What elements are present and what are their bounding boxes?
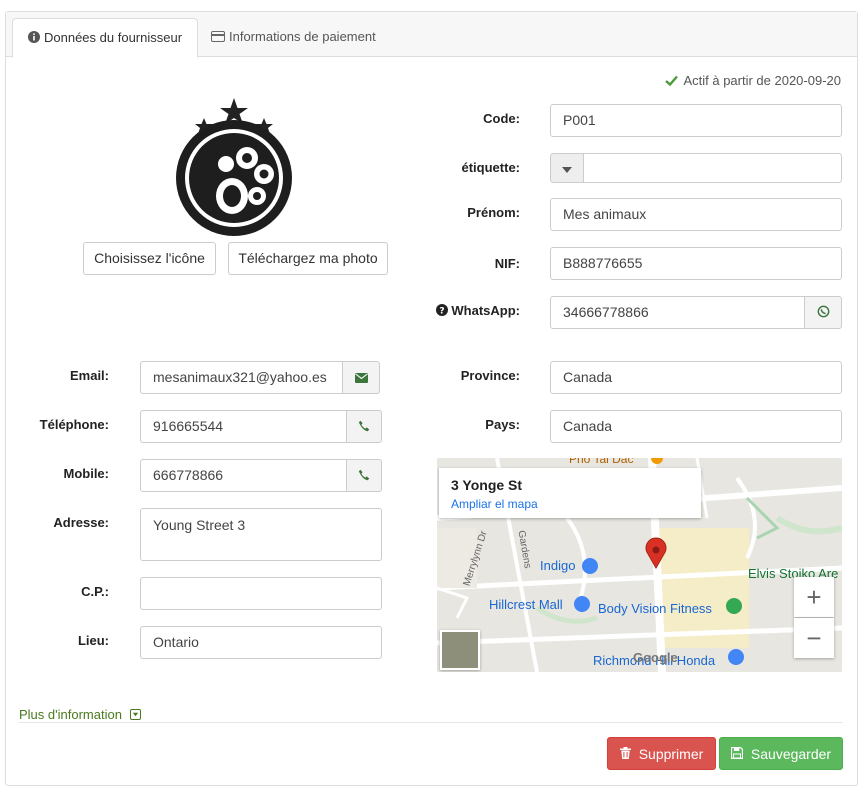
- footer-divider: [19, 722, 843, 723]
- svg-text:?: ?: [440, 306, 445, 316]
- email-input[interactable]: mesanimaux321@yahoo.es: [140, 361, 344, 394]
- address-textarea[interactable]: Young Street 3: [140, 508, 382, 561]
- tab-label: Informations de paiement: [229, 29, 376, 44]
- mobile-input[interactable]: 666778866: [140, 459, 348, 492]
- map-label-indigo: Indigo: [540, 558, 576, 573]
- paw-star-logo-icon: [170, 96, 298, 241]
- whatsapp-icon: [817, 305, 830, 321]
- phone-icon: [358, 419, 370, 435]
- nif-label: NIF:: [494, 256, 520, 271]
- status-active: Actif à partir de 2020-09-20: [665, 73, 841, 89]
- code-label: Code:: [483, 111, 520, 126]
- tab-payment-info[interactable]: Informations de paiement: [196, 18, 391, 58]
- code-input[interactable]: P001: [550, 104, 842, 137]
- zip-label: C.P.:: [81, 584, 109, 599]
- whatsapp-input[interactable]: 34666778866: [550, 296, 806, 329]
- province-label: Province:: [460, 368, 520, 383]
- tab-bar: Données du fournisseur Informations de p…: [6, 12, 857, 58]
- map-label-body-vision: Body Vision Fitness: [598, 601, 712, 616]
- upload-photo-button[interactable]: Téléchargez ma photo: [228, 242, 388, 275]
- firstname-label: Prénom:: [467, 205, 520, 220]
- delete-label: Supprimer: [638, 745, 704, 762]
- zoom-in-button[interactable]: +: [794, 577, 834, 617]
- email-button[interactable]: [342, 361, 380, 394]
- zip-input[interactable]: [140, 577, 382, 610]
- more-info-toggle[interactable]: Plus d'information: [19, 707, 141, 723]
- tab-label: Données du fournisseur: [44, 30, 183, 45]
- status-text: Actif à partir de 2020-09-20: [683, 73, 841, 88]
- whatsapp-button[interactable]: [804, 296, 842, 329]
- map-label-hillcrest: Hillcrest Mall: [489, 597, 563, 612]
- credit-card-icon: [211, 19, 225, 57]
- phone-call-button[interactable]: [346, 410, 382, 443]
- info-circle-icon: [28, 20, 40, 58]
- phone-icon: [358, 468, 370, 484]
- country-input[interactable]: Canada: [550, 410, 842, 443]
- choose-icon-button[interactable]: Choisissez l'icône: [83, 242, 216, 275]
- map-enlarge-link[interactable]: Ampliar el mapa: [451, 497, 538, 511]
- firstname-input[interactable]: Mes animaux: [550, 198, 842, 231]
- caret-down-square-icon: [129, 708, 141, 723]
- map-place-card: 3 Yonge St Ampliar el mapa: [439, 468, 701, 518]
- mobile-label: Mobile:: [63, 466, 110, 481]
- question-circle-icon[interactable]: ?: [436, 304, 449, 319]
- trash-icon: [619, 746, 631, 762]
- tab-supplier-data[interactable]: Données du fournisseur: [12, 18, 199, 58]
- city-input[interactable]: Ontario: [140, 626, 382, 659]
- tag-label: étiquette:: [461, 160, 521, 175]
- google-logo: Google: [633, 650, 678, 665]
- map-label-pho: Pho Tai Dac: [569, 458, 634, 466]
- nif-input[interactable]: B888776655: [550, 247, 842, 280]
- more-info-label: Plus d'information: [19, 707, 122, 722]
- whatsapp-label: ? WhatsApp:: [436, 303, 520, 319]
- tag-input[interactable]: [583, 153, 842, 183]
- map-embed[interactable]: 3 Yonge St Ampliar el mapa Indigo Hillcr…: [437, 458, 842, 672]
- caret-down-icon: [562, 160, 572, 176]
- envelope-icon: [354, 370, 368, 386]
- email-label: Email:: [69, 368, 109, 383]
- whatsapp-label-text: WhatsApp:: [451, 303, 520, 318]
- zoom-out-button[interactable]: −: [794, 618, 834, 658]
- delete-button[interactable]: Supprimer: [607, 737, 716, 770]
- address-label: Adresse:: [53, 515, 109, 530]
- country-label: Pays:: [485, 417, 520, 432]
- save-label: Sauvegarder: [750, 745, 832, 762]
- save-button[interactable]: Sauvegarder: [719, 737, 843, 770]
- tag-dropdown-toggle[interactable]: [550, 153, 584, 183]
- check-icon: [665, 74, 679, 89]
- map-place-title: 3 Yonge St: [451, 477, 523, 493]
- phone-input[interactable]: 916665544: [140, 410, 348, 443]
- phone-label: Téléphone:: [39, 417, 109, 432]
- mobile-call-button[interactable]: [346, 459, 382, 492]
- city-label: Lieu:: [77, 633, 109, 648]
- satellite-toggle[interactable]: [440, 630, 480, 670]
- province-input[interactable]: Canada: [550, 361, 842, 394]
- floppy-disk-icon: [730, 746, 744, 762]
